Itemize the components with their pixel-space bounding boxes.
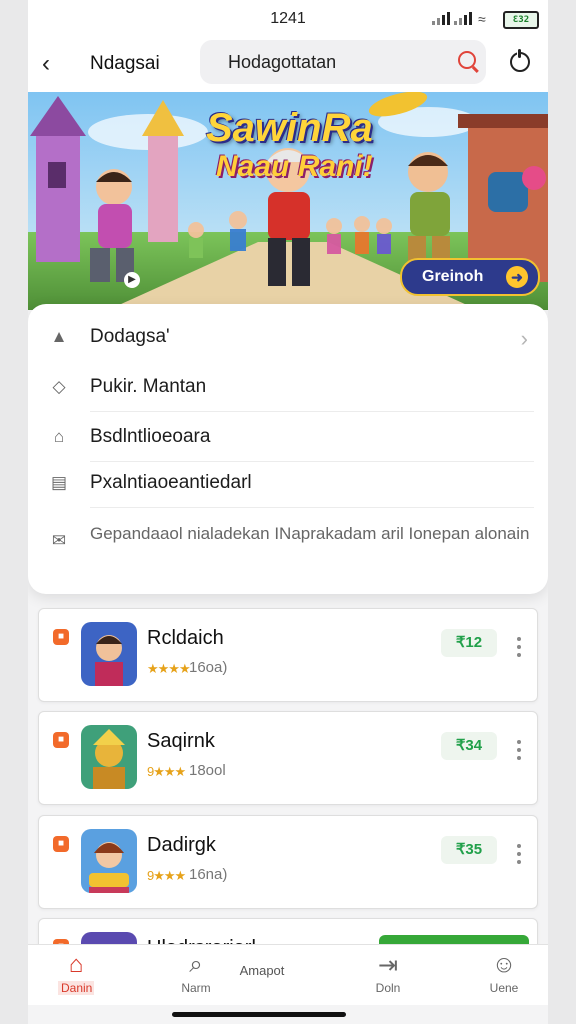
ad-badge-icon: ■ (53, 629, 69, 645)
app-thumbnail (81, 725, 137, 789)
chevron-right-icon: › (520, 326, 528, 351)
menu-item-home[interactable]: ⌂ Bsdlntlioeoara (28, 416, 548, 462)
divider (90, 507, 534, 508)
signal-icon-2 (454, 12, 472, 25)
menu-item-label: Dodagsa' (90, 326, 170, 347)
app-card[interactable]: ■ Rcldaich ★★★★ 16oa) ₹12 (38, 608, 538, 702)
search-icon[interactable] (458, 51, 476, 69)
tab-profile[interactable]: ☺ Uene (484, 951, 524, 995)
status-bar: 1241 ≈ Ɛ32 (28, 0, 548, 36)
wifi-icon: ≈ (478, 11, 486, 27)
app-name: Dadirgk (147, 834, 216, 856)
menu-item-account[interactable]: ▲ Dodagsa' › (28, 316, 548, 362)
banner-cta-label: Greinoh (422, 268, 484, 285)
power-icon[interactable] (510, 48, 530, 72)
tab-downloads[interactable]: ⇥ Doln (368, 951, 408, 995)
star-rating: 9★★★ (147, 764, 186, 779)
profile-icon: ☺ (491, 951, 517, 978)
promo-banner[interactable]: SawinRa Naau Rani! ▶ Greinoh ➜ (28, 92, 548, 310)
menu-description: Gepandaaol nialadekan INaprakadam aril I… (90, 524, 530, 543)
menu-item-label: Pukir. Mantan (90, 376, 207, 397)
app-thumbnail (81, 622, 137, 686)
user-icon: ▲ (50, 327, 68, 346)
star-rating: ★★★★ (147, 661, 191, 676)
ad-badge-icon: ■ (53, 836, 69, 852)
search-input[interactable]: Hodagottatan (200, 40, 486, 84)
play-icon[interactable]: ▶ (124, 272, 140, 288)
price-button[interactable]: ₹34 (441, 732, 497, 760)
app-thumbnail (81, 829, 137, 893)
shield-icon: ◇ (52, 377, 66, 396)
tab-search[interactable]: ⌕ Narm (174, 951, 218, 995)
more-options-icon[interactable] (517, 740, 521, 764)
review-count: 18ool (189, 762, 226, 779)
review-count: 16na) (189, 866, 228, 883)
ad-badge-icon: ■ (53, 732, 69, 748)
tab-extra-label: Amapot (232, 963, 292, 978)
tab-label: Doln (375, 981, 401, 995)
arrow-icon: ➜ (506, 266, 528, 288)
review-count: 16oa) (189, 659, 228, 676)
banner-subtitle: Naau Rani! (216, 150, 373, 183)
mail-icon: ✉ (51, 531, 67, 550)
tab-label: Uene (489, 981, 519, 995)
page-title: Ndagsai (90, 53, 160, 74)
price-button[interactable]: ₹12 (441, 629, 497, 657)
divider (90, 411, 534, 412)
menu-item-label: Bsdlntlioeoara (90, 426, 211, 447)
more-options-icon[interactable] (517, 637, 521, 661)
price-button[interactable]: ₹35 (441, 836, 497, 864)
search-icon: ⌕ (189, 951, 203, 978)
app-name: Rcldaich (147, 627, 224, 649)
app-header: ‹ Ndagsai Hodagottatan (28, 36, 548, 92)
banner-title: SawinRa (206, 106, 373, 150)
app-card[interactable]: ■ Saqirnk 9★★★ 18ool ₹34 (38, 711, 538, 805)
download-icon: ⇥ (377, 952, 399, 979)
menu-item-documents[interactable]: ▤ Pxalntiaoeantiedarl (28, 462, 548, 508)
home-icon: ⌂ (53, 427, 65, 446)
tab-extra-text: Amapot (239, 963, 285, 978)
bottom-nav: ⌂ Danin ⌕ Narm Amapot ⇥ Doln ☺ Uene (28, 944, 548, 1005)
app-card[interactable]: ■ Dadirgk 9★★★ 16na) ₹35 (38, 815, 538, 909)
banner-cta-button[interactable]: Greinoh ➜ (400, 258, 540, 296)
signal-icon (432, 12, 450, 25)
star-rating: 9★★★ (147, 868, 186, 883)
phone-screen: 1241 ≈ Ɛ32 ‹ Ndagsai Hodagottatan SawinR… (28, 0, 548, 1024)
tab-home[interactable]: ⌂ Danin (58, 951, 94, 995)
menu-card: ▲ Dodagsa' › ◇ Pukir. Mantan ⌂ Bsdlntlio… (28, 304, 548, 594)
search-query[interactable]: Hodagottatan (228, 52, 336, 73)
home-icon: ⌂ (68, 951, 84, 978)
app-name: Saqirnk (147, 730, 215, 752)
more-options-icon[interactable] (517, 844, 521, 868)
tab-label: Narm (181, 981, 211, 995)
document-icon: ▤ (50, 473, 68, 492)
home-indicator[interactable] (172, 1012, 346, 1017)
battery-icon: Ɛ32 (503, 11, 539, 29)
menu-item-security[interactable]: ◇ Pukir. Mantan (28, 366, 548, 412)
tab-label: Danin (58, 981, 94, 995)
menu-item-label: Pxalntiaoeantiedarl (90, 472, 252, 493)
back-icon[interactable]: ‹ (42, 50, 50, 78)
